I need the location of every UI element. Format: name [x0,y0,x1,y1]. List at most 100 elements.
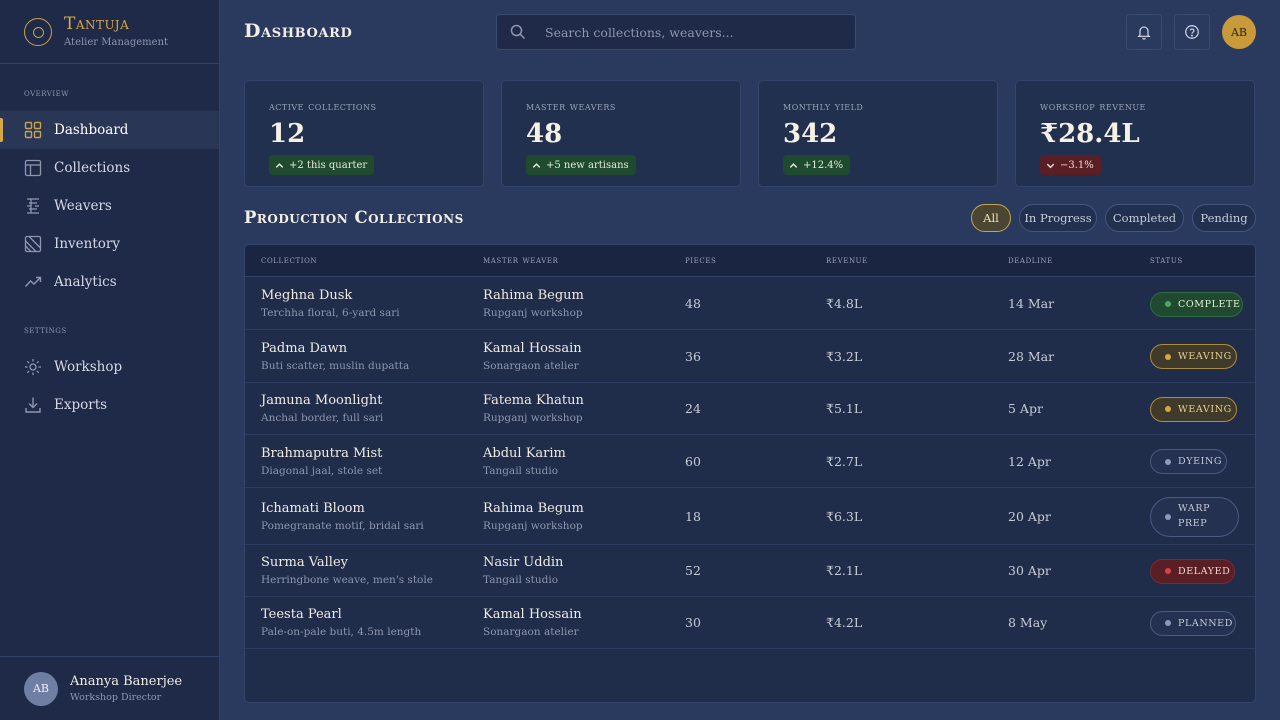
sidebar-item-workshop[interactable]: Workshop [0,348,219,386]
deadline-cell: 12 Apr [1008,453,1051,469]
collection-description: Anchal border, full sari [261,412,384,424]
chevron-up-icon [532,162,541,168]
weaver-name: Rahima Begum [483,288,584,303]
table-row[interactable]: Brahmaputra Mist Diagonal jaal, stole set… [245,435,1255,488]
status-dot-icon [1165,620,1171,626]
user-profile[interactable]: AB Ananya Banerjee Workshop Director [0,656,219,720]
sidebar-item-label: Workshop [54,359,123,375]
filter-pending[interactable]: Pending [1192,204,1256,232]
sidebar-item-label: Inventory [54,236,120,252]
column-header-status[interactable]: Status [1150,255,1183,266]
collection-description: Buti scatter, muslin dupatta [261,359,410,372]
notifications-button[interactable] [1126,14,1162,50]
loom-icon [24,197,42,215]
pieces-cell: 48 [685,296,701,311]
table-row[interactable]: Meghna Dusk Terchha floral, 6-yard sari Ra… [245,278,1255,330]
table-header: Collection Master Weaver Pieces Revenue … [245,245,1255,277]
stat-card-master-weavers: Master Weavers 48 +5 new artisans [501,80,741,187]
collection-description: Pomegranate motif, bridal sari [261,519,424,532]
pieces-cell: 30 [685,615,701,630]
collection-name[interactable]: Padma Dawn [261,341,409,356]
collection-cell: Surma Valley Herringbone weave, men's sto… [261,555,433,586]
table-row[interactable]: Teesta Pearl Pale-on-pale buti, 4.5m leng… [245,597,1255,649]
weaver-workshop: Tangail studio [483,464,559,477]
collections-table: Collection Master Weaver Pieces Revenue … [244,244,1256,703]
filter-in-progress[interactable]: In Progress [1019,204,1097,232]
collection-name[interactable]: Surma Valley [261,555,433,570]
collection-description: Pale-on-pale buti, 4.5m length [261,626,422,638]
stat-label: Monthly Yield [783,99,864,113]
box-icon [24,235,42,253]
stat-label: Master Weavers [526,99,616,113]
pieces-cell: 36 [685,348,701,364]
user-avatar-button[interactable]: AB [1222,15,1256,49]
bell-icon [1137,26,1151,40]
column-header-collection[interactable]: Collection [261,255,317,266]
table-row[interactable]: Ichamati Bloom Pomegranate motif, bridal … [245,488,1255,545]
search-bar[interactable] [496,14,856,50]
revenue-cell: ₹3.2L [826,348,863,364]
collection-name[interactable]: Teesta Pearl [261,607,421,622]
sidebar-item-inventory[interactable]: Inventory [0,225,219,263]
sidebar-item-exports[interactable]: Exports [0,386,219,424]
column-header-weaver[interactable]: Master Weaver [483,255,559,266]
weaver-cell: Abdul Karim Tangail studio [483,446,566,477]
status-badge: Dyeing [1150,449,1227,474]
column-header-pieces[interactable]: Pieces [685,255,716,266]
collection-name[interactable]: Ichamati Bloom [261,501,424,516]
stat-label: Workshop Revenue [1040,99,1146,113]
sidebar-item-label: Collections [54,160,131,176]
collection-name[interactable]: Meghna Dusk [261,288,400,303]
weaver-workshop: Sonargaon atelier [483,359,579,372]
revenue-cell: ₹2.7L [826,453,863,469]
sidebar-item-label: Exports [54,397,108,413]
weaver-name: Rahima Begum [483,500,584,516]
deadline-cell: 30 Apr [1008,563,1051,578]
sidebar-item-analytics[interactable]: Analytics [0,263,219,301]
weaver-name: Nasir Uddin [483,555,564,570]
nav-section-overview: Overview [24,88,69,99]
revenue-cell: ₹6.3L [826,508,863,524]
search-icon [509,23,527,41]
status-badge: Weaving [1150,344,1237,369]
filter-all[interactable]: All [971,204,1011,232]
help-icon [1185,25,1199,39]
filter-completed[interactable]: Completed [1105,204,1184,232]
weaver-cell: Nasir Uddin Tangail studio [483,555,563,586]
grid-icon [24,121,42,139]
sidebar-item-dashboard[interactable]: Dashboard [0,111,219,149]
collection-cell: Teesta Pearl Pale-on-pale buti, 4.5m leng… [261,607,421,638]
collection-name[interactable]: Brahmaputra Mist [261,446,382,461]
stat-card-workshop-revenue: Workshop Revenue ₹28.4L −3.1% [1015,80,1255,187]
sidebar-item-collections[interactable]: Collections [0,149,219,187]
stat-card-active-collections: Active Collections 12 +2 this quarter [244,80,484,187]
sidebar: Tantuja Atelier Management Overview Dash… [0,0,220,720]
weaver-cell: Fatema Khatun Rupganj workshop [483,393,584,424]
nav-section-settings: Settings [24,325,67,336]
table-row[interactable]: Surma Valley Herringbone weave, men's sto… [245,545,1255,597]
revenue-cell: ₹2.1L [826,563,863,578]
trend-icon [24,273,42,291]
avatar: AB [24,671,58,706]
table-row[interactable]: Jamuna Moonlight Anchal border, full sari… [245,383,1255,435]
stat-value: 48 [526,119,563,149]
sidebar-item-label: Analytics [54,274,117,290]
weaver-cell: Rahima Begum Rupganj workshop [483,288,584,319]
brand-name: Tantuja [64,14,130,35]
sidebar-item-weavers[interactable]: Weavers [0,187,219,225]
status-text: Weaving [1178,351,1232,362]
brand-subtitle: Atelier Management [64,36,169,48]
revenue-cell: ₹5.1L [826,401,863,416]
trend-badge: +12.4% [783,155,851,175]
table-row[interactable]: Padma Dawn Buti scatter, muslin dupatta Ka… [245,330,1255,383]
status-text: Dyeing [1178,456,1223,467]
status-text: Planned [1178,617,1233,629]
collection-name[interactable]: Jamuna Moonlight [261,393,383,408]
column-header-deadline[interactable]: Deadline [1008,255,1053,266]
search-input[interactable] [545,24,825,40]
brand[interactable]: Tantuja Atelier Management [0,0,219,64]
status-badge: Planned [1150,610,1236,636]
revenue-cell: ₹4.2L [826,615,863,630]
help-button[interactable] [1174,14,1210,50]
column-header-revenue[interactable]: Revenue [826,255,868,266]
